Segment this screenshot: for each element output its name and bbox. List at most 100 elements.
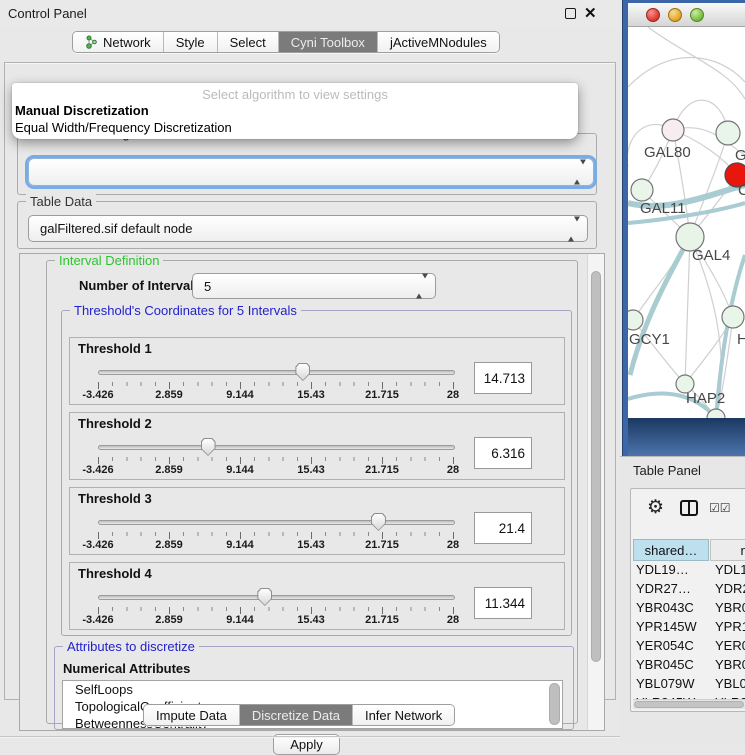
table-data-combobox[interactable]: galFiltered.sif default node <box>28 215 588 242</box>
tab-infer-network[interactable]: Infer Network <box>352 705 454 725</box>
tick-label: -3.426 <box>82 464 113 476</box>
slider-thumb[interactable] <box>201 438 216 456</box>
tab-label: Style <box>176 35 205 50</box>
table-data-combo-value: galFiltered.sif default node <box>40 221 192 236</box>
tick-label: 2.859 <box>155 389 183 401</box>
tab-label: Network <box>103 35 151 50</box>
cell-shared-name: YBR045C <box>636 657 710 672</box>
float-window-icon[interactable] <box>565 8 576 19</box>
settings-scrollview: Interval Definition Number of Intervals … <box>19 253 605 731</box>
network-window-titlebar[interactable] <box>628 3 745 27</box>
node-label: GA <box>735 147 745 164</box>
gear-icon[interactable]: ⚙ <box>647 496 664 519</box>
slider-thumb[interactable] <box>295 363 310 381</box>
network-canvas[interactable]: GAL80 GA C GAL11 GAL4 GCY1 H HAP2 <box>628 27 745 418</box>
horizontal-scrollbar[interactable] <box>633 699 745 709</box>
tick-label: 2.859 <box>155 614 183 626</box>
threshold-value-field[interactable] <box>474 587 532 619</box>
split-columns-icon[interactable] <box>680 500 698 516</box>
column-header-shared-name[interactable]: shared… <box>633 539 709 561</box>
zoom-traffic-light-icon[interactable] <box>690 8 704 22</box>
algorithm-combobox[interactable] <box>28 158 594 186</box>
tick-label: 28 <box>447 539 459 551</box>
combo-arrows-icon <box>568 221 580 236</box>
slider-track[interactable] <box>98 370 455 375</box>
node-label: HAP2 <box>686 390 725 407</box>
table-row[interactable]: YDL19…YDL1 <box>633 562 745 581</box>
node-label: GAL11 <box>640 200 686 217</box>
tab-impute-data[interactable]: Impute Data <box>144 705 239 725</box>
tick-label: 9.144 <box>226 464 254 476</box>
table-row[interactable]: YBL079W YBL0 <box>633 676 745 695</box>
vertical-scrollbar-thumb[interactable] <box>591 271 601 662</box>
numerical-attributes-label: Numerical Attributes <box>63 661 190 676</box>
column-header-name[interactable]: na <box>710 539 745 561</box>
tick-label: 21.715 <box>365 464 399 476</box>
table-panel-body: ⚙ ☑☑ shared… na YDL19…YDL1YDR27…YDR2YBR0… <box>630 488 745 712</box>
close-icon[interactable]: ✕ <box>584 4 597 22</box>
slider-major-ticks <box>98 457 455 464</box>
threshold-value-field[interactable] <box>474 362 532 394</box>
tab-cyni-toolbox[interactable]: Cyni Toolbox <box>278 32 377 52</box>
thresholds-group: Threshold's Coordinates for 5 Intervals … <box>61 310 572 636</box>
number-of-intervals-label: Number of Intervals <box>79 278 201 293</box>
popup-item-equal-width-frequency[interactable]: Equal Width/Frequency Discretization <box>15 120 232 135</box>
slider-major-ticks <box>98 607 455 614</box>
table-row[interactable]: YPR145WYPR1 <box>633 619 745 638</box>
node-label: H <box>737 331 745 348</box>
vertical-scrollbar[interactable] <box>587 254 604 730</box>
slider-track[interactable] <box>98 595 455 600</box>
cyni-toolbox-panel: Discretization Algorithm Table Data galF… <box>4 62 616 700</box>
table-data-legend: Table Data <box>26 194 96 209</box>
top-tab-bar: Network Style Select Cyni Toolbox jActiveMNo… <box>72 31 500 53</box>
tab-discretize-data[interactable]: Discretize Data <box>239 705 352 725</box>
network-view-window: GAL80 GA C GAL11 GAL4 GCY1 H HAP2 <box>622 0 745 456</box>
minimize-traffic-light-icon[interactable] <box>668 8 682 22</box>
table-row[interactable]: YDR27…YDR2 <box>633 581 745 600</box>
node-gal3[interactable] <box>716 121 740 145</box>
popup-item-manual-discretization[interactable]: Manual Discretization <box>15 103 149 118</box>
node-gcy1[interactable] <box>628 310 643 330</box>
node-label: GAL4 <box>692 247 730 264</box>
discretization-algorithm-group: Discretization Algorithm <box>17 133 597 195</box>
number-of-intervals-combobox[interactable]: 5 <box>192 273 436 299</box>
slider-track[interactable] <box>98 520 455 525</box>
table-rows: YDL19…YDL1YDR27…YDR2YBR043CYBR0YPR145WYP… <box>633 562 745 699</box>
cell-name: YBR0 <box>715 600 745 615</box>
network-graph: GAL80 GA C GAL11 GAL4 GCY1 H HAP2 <box>628 27 745 418</box>
node-h[interactable] <box>722 306 744 328</box>
cell-name: YBL0 <box>715 676 745 691</box>
table-row[interactable]: YBR043CYBR0 <box>633 600 745 619</box>
tick-label: 21.715 <box>365 539 399 551</box>
slider-track[interactable] <box>98 445 455 450</box>
attribute-list-item[interactable]: SelfLoops <box>63 681 562 698</box>
tab-label: Cyni Toolbox <box>291 35 365 50</box>
node-gal80[interactable] <box>662 119 684 141</box>
threshold-label: Threshold 1 <box>78 341 152 356</box>
table-row[interactable]: YER054CYER0 <box>633 638 745 657</box>
threshold-value-field[interactable] <box>474 437 532 469</box>
cell-name: YER0 <box>715 638 745 653</box>
tab-jactivemnodules[interactable]: jActiveMNodules <box>377 32 499 52</box>
tab-network[interactable]: Network <box>73 32 163 52</box>
tick-label: -3.426 <box>82 389 113 401</box>
attributes-list-scrollbar[interactable] <box>549 683 560 725</box>
table-data-group: Table Data galFiltered.sif default node <box>17 201 597 249</box>
node-gal11[interactable] <box>631 179 653 201</box>
checkboxes-icon[interactable]: ☑☑ <box>709 501 731 515</box>
threshold-panel-3: Threshold 3-3.4262.8599.14415.4321.71528 <box>69 487 565 555</box>
cell-name: YDL1 <box>715 562 745 577</box>
tick-label: 21.715 <box>365 614 399 626</box>
tab-style[interactable]: Style <box>163 32 217 52</box>
attributes-legend: Attributes to discretize <box>63 639 199 654</box>
slider-thumb[interactable] <box>257 588 272 606</box>
horizontal-scrollbar-thumb[interactable] <box>634 701 744 708</box>
table-row[interactable]: YBR045CYBR0 <box>633 657 745 676</box>
cell-shared-name: YBL079W <box>636 676 710 691</box>
popup-hint-text: Select algorithm to view settings <box>12 87 578 102</box>
tab-select[interactable]: Select <box>217 32 278 52</box>
slider-thumb[interactable] <box>371 513 386 531</box>
close-traffic-light-icon[interactable] <box>646 8 660 22</box>
threshold-value-field[interactable] <box>474 512 532 544</box>
tick-label: 15.43 <box>297 539 325 551</box>
